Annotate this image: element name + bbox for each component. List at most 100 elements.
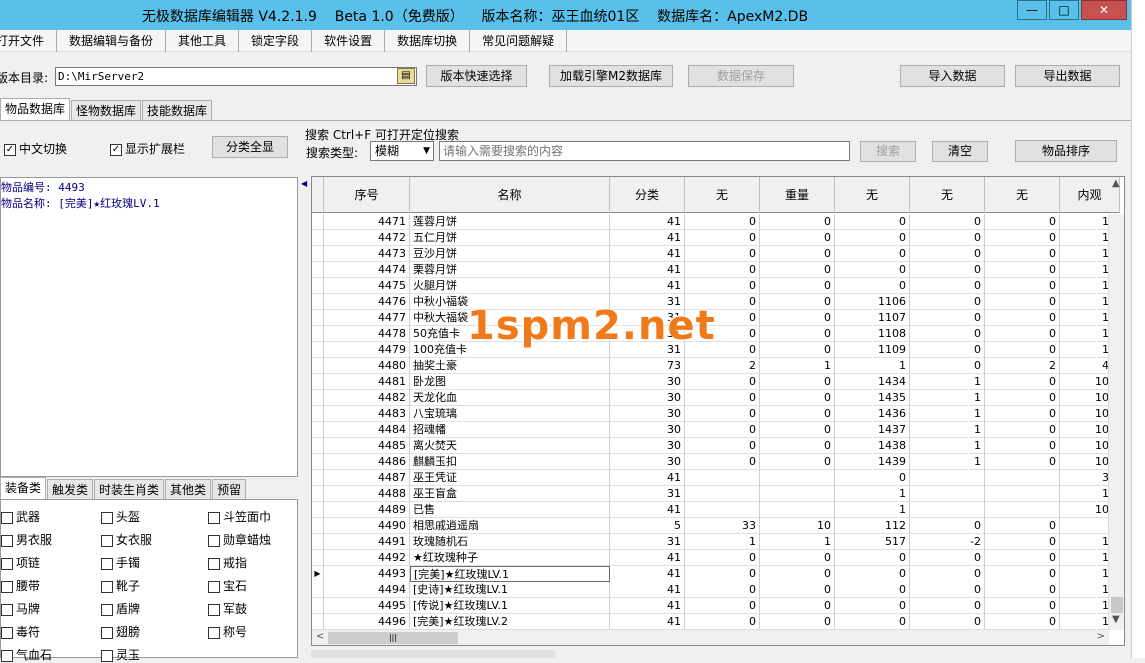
category-checkbox[interactable]: 勋章蜡烛 — [208, 531, 271, 548]
table-cell[interactable] — [985, 502, 1060, 518]
table-cell[interactable]: 豆沙月饼 — [410, 246, 610, 262]
table-cell[interactable]: 0 — [835, 550, 910, 566]
h-scroll-thumb[interactable]: ||| — [328, 632, 458, 644]
table-cell[interactable]: 10 — [1060, 534, 1109, 550]
table-cell[interactable]: 0 — [685, 598, 760, 614]
table-cell[interactable]: 0 — [985, 614, 1060, 630]
horizontal-scrollbar[interactable]: < ||| > — [312, 629, 1109, 645]
minimize-button[interactable]: — — [1017, 0, 1047, 20]
table-cell[interactable]: 4471 — [324, 214, 410, 230]
table-cell[interactable]: 1438 — [835, 438, 910, 454]
table-cell[interactable]: 0 — [910, 262, 985, 278]
tab-db[interactable]: 怪物数据库 — [71, 100, 142, 120]
show-all-button[interactable]: 分类全显 — [212, 136, 288, 158]
table-cell[interactable]: [完美]★红玫瑰LV.1 — [410, 566, 610, 582]
table-cell[interactable]: 0 — [760, 230, 835, 246]
table-cell[interactable]: 0 — [760, 262, 835, 278]
table-cell[interactable]: 4496 — [324, 614, 410, 630]
table-cell[interactable]: 4487 — [324, 470, 410, 486]
table-cell[interactable]: 4473 — [324, 246, 410, 262]
menu-item[interactable]: 锁定字段 — [239, 29, 313, 52]
table-cell[interactable] — [910, 502, 985, 518]
table-row[interactable]: 4490 相思戚逍遥扇 5 33 10 112 0 0 — [312, 518, 1109, 534]
table-cell[interactable]: 0 — [760, 598, 835, 614]
table-cell[interactable]: 0 — [985, 246, 1060, 262]
table-cell[interactable]: 0 — [685, 422, 760, 438]
category-checkbox[interactable]: 女衣服 — [101, 531, 152, 548]
table-cell[interactable]: 41 — [610, 582, 685, 598]
table-cell[interactable]: 4486 — [324, 454, 410, 470]
table-cell[interactable]: 1 — [910, 406, 985, 422]
table-cell[interactable]: 0 — [910, 358, 985, 374]
category-checkbox[interactable]: 翅膀 — [101, 623, 140, 640]
table-cell[interactable]: 41 — [610, 566, 685, 582]
table-cell[interactable]: 1107 — [835, 310, 910, 326]
table-cell[interactable]: 相思戚逍遥扇 — [410, 518, 610, 534]
category-checkbox[interactable]: 男衣服 — [1, 531, 52, 548]
category-checkbox[interactable]: 项链 — [1, 554, 40, 571]
column-header[interactable]: 序号 — [324, 177, 410, 213]
menu-item[interactable]: 打开文件 — [0, 29, 58, 52]
table-cell[interactable]: 0 — [985, 582, 1060, 598]
table-cell[interactable]: 0 — [685, 614, 760, 630]
table-cell[interactable]: 30 — [610, 438, 685, 454]
table-cell[interactable]: 16 — [1060, 310, 1109, 326]
table-row[interactable]: 4481卧龙图3000143410106 — [312, 374, 1109, 390]
tab-category[interactable]: 触发类 — [47, 479, 94, 499]
table-cell[interactable]: 0 — [910, 566, 985, 582]
table-cell[interactable]: 0 — [985, 262, 1060, 278]
table-cell[interactable]: 0 — [985, 438, 1060, 454]
table-row[interactable]: 4473豆沙月饼410000013 — [312, 246, 1109, 262]
table-cell[interactable] — [1060, 518, 1109, 534]
table-cell[interactable]: 招魂幡 — [410, 422, 610, 438]
table-cell[interactable]: 12 — [1060, 342, 1109, 358]
table-cell[interactable]: 1106 — [835, 294, 910, 310]
table-cell[interactable]: 106 — [1060, 422, 1109, 438]
menu-item[interactable]: 数据库切换 — [385, 29, 471, 52]
table-cell[interactable]: 0 — [685, 550, 760, 566]
category-checkbox[interactable]: 戒指 — [208, 554, 247, 571]
table-cell[interactable]: 0 — [835, 230, 910, 246]
table-cell[interactable]: 13 — [1060, 326, 1109, 342]
table-cell[interactable]: 0 — [685, 582, 760, 598]
table-cell[interactable]: 0 — [760, 614, 835, 630]
table-cell[interactable]: 4492 — [324, 550, 410, 566]
menu-item[interactable]: 软件设置 — [312, 29, 386, 52]
category-checkbox[interactable]: 盾牌 — [101, 600, 140, 617]
column-header[interactable]: 无 — [835, 177, 910, 213]
tab-category[interactable]: 预留 — [212, 479, 247, 499]
table-cell[interactable]: 4475 — [324, 278, 410, 294]
table-cell[interactable]: 4480 — [324, 358, 410, 374]
search-input[interactable] — [439, 141, 850, 161]
table-cell[interactable]: 0 — [685, 278, 760, 294]
table-cell[interactable]: 12 — [1060, 294, 1109, 310]
table-row[interactable]: 4480抽奖土豪732110241 — [312, 358, 1109, 374]
table-cell[interactable]: 13 — [1060, 214, 1109, 230]
table-cell[interactable]: [史诗]★红玫瑰LV.1 — [410, 582, 610, 598]
table-cell[interactable]: 0 — [985, 518, 1060, 534]
table-cell[interactable]: 0 — [760, 422, 835, 438]
table-cell[interactable]: 天龙化血 — [410, 390, 610, 406]
table-cell[interactable]: 0 — [760, 374, 835, 390]
table-cell[interactable]: 41 — [610, 262, 685, 278]
table-cell[interactable]: 4485 — [324, 438, 410, 454]
table-cell[interactable]: 0 — [835, 278, 910, 294]
table-row[interactable]: 4489已售41 1 105 — [312, 502, 1109, 518]
table-cell[interactable]: 0 — [760, 278, 835, 294]
table-cell[interactable]: 0 — [760, 342, 835, 358]
table-cell[interactable]: 1 — [910, 374, 985, 390]
table-cell[interactable] — [910, 470, 985, 486]
table-cell[interactable]: 4490 — [324, 518, 410, 534]
table-cell[interactable]: 0 — [985, 422, 1060, 438]
tab-category[interactable]: 时装生肖类 — [94, 479, 165, 499]
table-cell[interactable]: 41 — [610, 230, 685, 246]
table-cell[interactable]: 0 — [985, 214, 1060, 230]
table-cell[interactable]: 4491 — [324, 534, 410, 550]
column-header[interactable]: 无 — [685, 177, 760, 213]
table-row[interactable]: 4472五仁月饼410000013 — [312, 230, 1109, 246]
column-header[interactable]: 无 — [985, 177, 1060, 213]
table-cell[interactable]: 4483 — [324, 406, 410, 422]
table-cell[interactable]: 0 — [910, 342, 985, 358]
table-cell[interactable]: 41 — [610, 614, 685, 630]
table-row[interactable]: 4474栗蓉月饼410000013 — [312, 262, 1109, 278]
